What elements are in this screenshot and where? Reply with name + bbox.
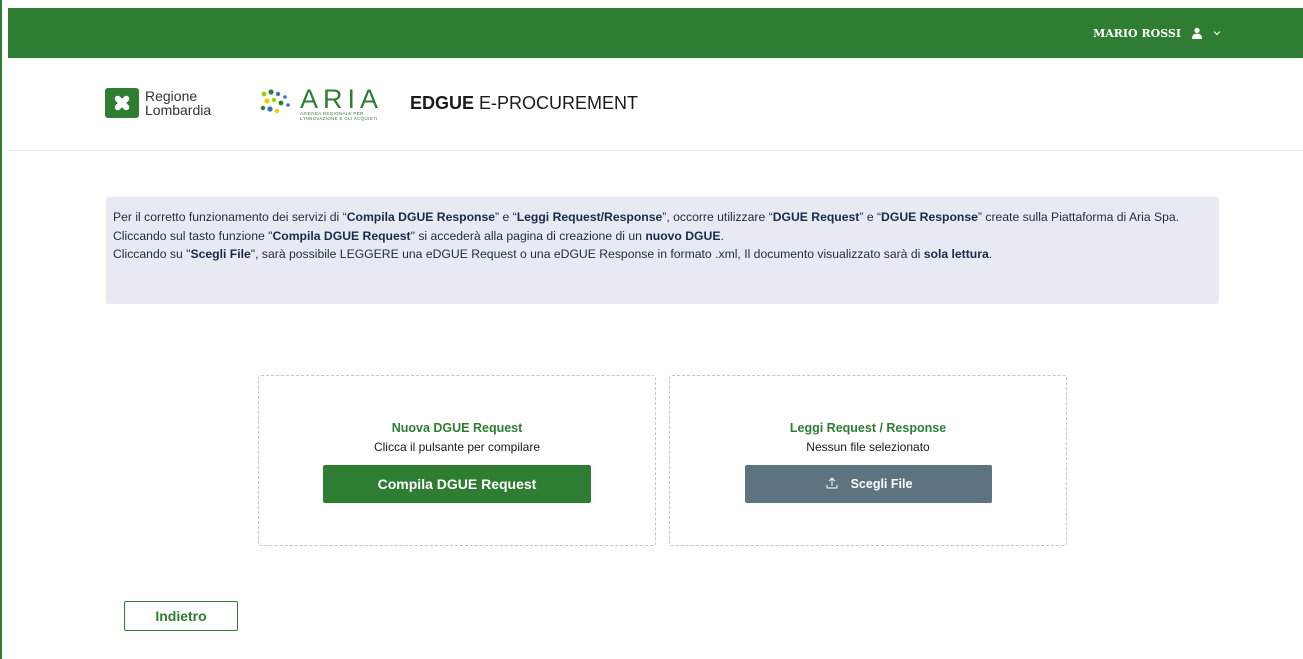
new-request-title: Nuova DGUE Request <box>391 421 523 435</box>
regione-line-1: Regione <box>145 88 198 104</box>
info-text: . <box>720 228 724 243</box>
aria-logo[interactable]: ARIA AZIENDA REGIONALE PER L'INNOVAZIONE… <box>258 84 384 121</box>
info-bold: DGUE Request <box>772 210 860 224</box>
info-bold: sola lettura <box>923 247 989 261</box>
read-request-card: Leggi Request / Response Nessun file sel… <box>669 375 1067 546</box>
info-bold: DGUE Response <box>881 210 978 224</box>
left-edge-stripe <box>0 0 2 659</box>
new-request-card: Nuova DGUE Request Clicca il pulsante pe… <box>258 375 656 546</box>
new-request-subtitle: Clicca il pulsante per compilare <box>373 440 541 454</box>
info-text: ”, occorre utilizzare “ <box>662 210 773 224</box>
regione-lombardia-mark-icon <box>105 88 139 118</box>
info-text: ” e “ <box>495 210 517 224</box>
user-icon <box>1191 27 1203 39</box>
file-status-text: Nessun file selezionato <box>806 440 930 454</box>
app-title-rest: E-PROCUREMENT <box>474 93 639 113</box>
info-box: Per il corretto funzionamento dei serviz… <box>106 197 1219 304</box>
compila-dgue-request-button[interactable]: Compila DGUE Request <box>323 465 591 503</box>
top-bar: MARIO ROSSI <box>8 8 1303 58</box>
regione-lombardia-logo[interactable]: Regione Lombardia <box>105 88 211 118</box>
info-text: ", sarà possibile LEGGERE una eDGUE Requ… <box>250 247 924 261</box>
aria-subtitle-2: L'INNOVAZIONE E GLI ACQUISTI <box>300 116 378 121</box>
info-line-3: Cliccando su "Scegli File", sarà possibi… <box>113 245 1213 264</box>
regione-line-2: Lombardia <box>145 102 212 118</box>
info-bold: Scegli File <box>190 247 251 261</box>
info-line-1: Per il corretto funzionamento dei serviz… <box>113 208 1213 227</box>
user-name: MARIO ROSSI <box>1093 26 1181 40</box>
user-menu[interactable]: MARIO ROSSI <box>1093 8 1221 58</box>
page-header: Regione Lombardia ARIA AZIENDA REGIONALE… <box>8 58 1303 151</box>
info-line-2: Cliccando sul tasto funzione "Compila DG… <box>113 227 1213 246</box>
info-text: Cliccando sul tasto funzione " <box>113 228 273 243</box>
app-title: EDGUE E-PROCUREMENT <box>410 93 638 114</box>
chevron-down-icon <box>1213 30 1221 36</box>
info-text: " si accederà alla pagina di creazione d… <box>410 228 646 243</box>
scegli-file-label: Scegli File <box>850 477 913 491</box>
info-bold: Leggi Request/Response <box>516 210 663 224</box>
info-bold: Compila DGUE Request <box>272 228 411 243</box>
info-bold: nuovo DGUE <box>645 228 721 243</box>
aria-dots-icon <box>258 88 294 121</box>
info-text: Per il corretto funzionamento dei serviz… <box>113 210 347 224</box>
app-title-bold: EDGUE <box>410 93 475 113</box>
upload-icon <box>825 476 839 493</box>
info-bold: Compila DGUE Response <box>346 210 496 224</box>
aria-wordmark: ARIA <box>300 84 384 114</box>
info-text: ” create sulla Piattaforma di Aria Spa. <box>977 210 1180 224</box>
info-text: Cliccando su " <box>113 247 191 261</box>
scegli-file-button[interactable]: Scegli File <box>745 465 992 503</box>
info-text: . <box>988 247 993 261</box>
read-request-title: Leggi Request / Response <box>789 421 947 435</box>
back-button[interactable]: Indietro <box>124 601 238 631</box>
info-text: ” e “ <box>859 210 882 224</box>
